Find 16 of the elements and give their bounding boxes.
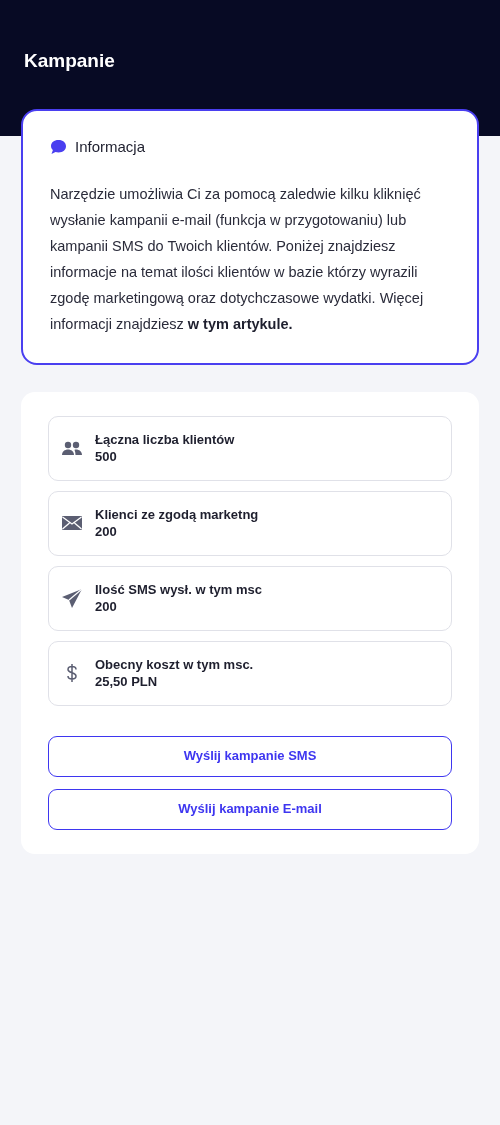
send-campaign-button[interactable]: Wyślij kampanie E-mail: [48, 788, 452, 830]
stat-value: 200: [95, 598, 118, 615]
info-text: Narzędzie umożliwia Ci za pomocą zaledwie kilku kliknięć wysłanie kampanii e-mail (funkcja w przygotowaniu) lub kampanii SMS do Twoich klientów. Poniżej znajdziesz informacje na temat ilości klientów w bazie którzy wyrazili zgodę marketingową oraz dotychczasowe wydatki. Więcej informacji znajdziesz w tym artykule.: [50, 184, 425, 334]
page-title: Kampanie: [24, 50, 115, 73]
info-title: Informacja: [75, 137, 146, 157]
paper-plane-icon: [61, 587, 83, 609]
stat-label: Klienci ze zgodą marketng: [95, 506, 259, 523]
stat-value: 200: [95, 523, 118, 540]
stat-label: Łączna liczba klientów: [95, 431, 235, 448]
stat-label: Obecny koszt w tym msc.: [95, 656, 254, 673]
stat-value: 25,50 PLN: [95, 673, 159, 690]
send-campaign-button[interactable]: Wyślij kampanie SMS: [48, 735, 452, 777]
stat-label: Ilość SMS wysł. w tym msc: [95, 581, 262, 598]
article-link[interactable]: w tym artykule.: [187, 315, 293, 332]
chat-bubble-icon: [50, 139, 67, 156]
stat-value: 500: [95, 448, 118, 465]
